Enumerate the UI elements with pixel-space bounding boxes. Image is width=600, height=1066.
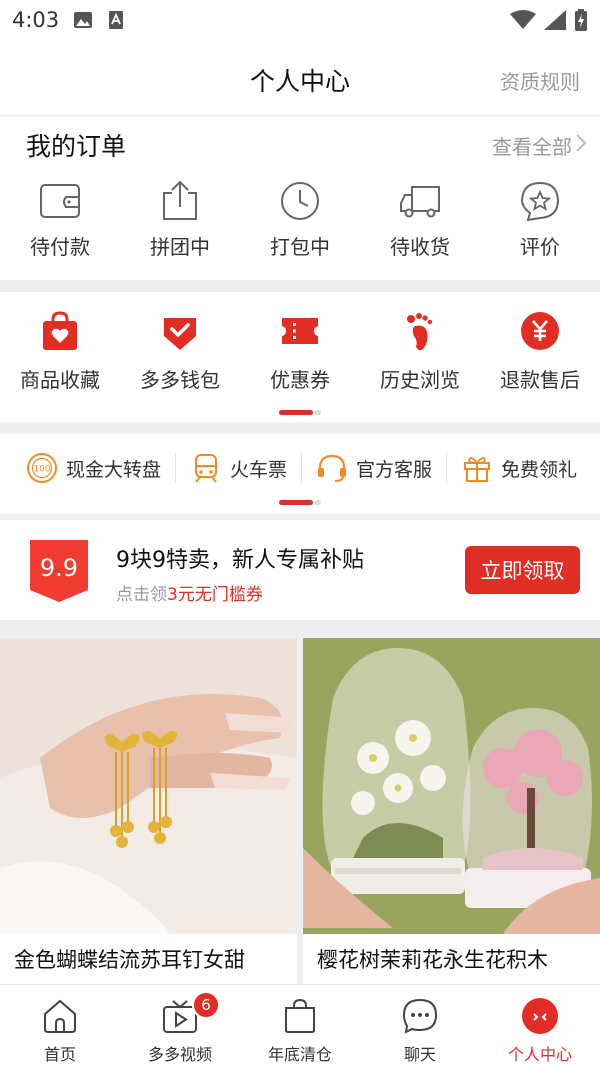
product-image-earrings [0, 638, 297, 934]
tab-label: 多多视频 [147, 1045, 212, 1064]
service-label: 多多钱包 [140, 368, 220, 392]
tab-label: 个人中心 [507, 1045, 572, 1064]
wallet-icon [40, 184, 80, 218]
star-badge-icon [520, 181, 560, 222]
product-card[interactable]: 樱花树茉莉花永生花积木 [303, 638, 600, 984]
signal-icon [544, 10, 566, 30]
product-feed: 金色蝴蝶结流苏耳钉女甜 樱花树茉莉花永生花积木 [0, 638, 600, 984]
tool-label: 火车票 [230, 458, 288, 481]
tool-customer-service[interactable]: 官方客服 [316, 452, 432, 484]
services-section: 商品收藏 多多钱包 优惠券 历史浏览 退款售后 [0, 292, 600, 422]
orders-title: 我的订单 [26, 132, 127, 161]
status-indicators [510, 9, 588, 31]
share-icon [163, 180, 197, 220]
order-group-buying[interactable]: 拼团中 [120, 179, 240, 260]
tab-home[interactable]: 首页 [0, 985, 120, 1066]
tool-label: 官方客服 [356, 458, 433, 481]
claim-now-button[interactable]: 立即领取 [465, 546, 580, 594]
favorite-bag-icon [43, 311, 77, 350]
app-header: 个人中心 资质规则 [0, 40, 600, 116]
tab-clearance[interactable]: 年底清仓 [240, 985, 360, 1066]
footprint-icon [407, 313, 433, 351]
tab-video[interactable]: 多多视频 6 [120, 985, 240, 1066]
video-notification-badge: 6 [192, 991, 220, 1019]
headset-icon [318, 454, 347, 482]
promo-coupon-highlight: 3元无门槛券 [167, 585, 263, 605]
bottom-tab-bar: 首页 多多视频 6 年底清仓 聊天 个人中心 [0, 984, 600, 1066]
order-pending-payment[interactable]: 待付款 [0, 179, 120, 260]
status-time: 4:03 [12, 8, 60, 32]
tool-free-gift[interactable]: 免费领礼 [461, 452, 577, 484]
order-packing[interactable]: 打包中 [240, 179, 360, 260]
service-history[interactable]: 历史浏览 [360, 310, 480, 393]
order-label: 拼团中 [150, 235, 210, 259]
product-name: 金色蝴蝶结流苏耳钉女甜 [14, 948, 245, 972]
promo-subtitle: 点击领3元无门槛券 [116, 585, 263, 605]
svg-text:100: 100 [33, 465, 50, 475]
order-label: 待收货 [390, 235, 450, 259]
chevron-right-icon[interactable] [574, 133, 588, 153]
my-orders-section: 我的订单 查看全部 待付款 拼团中 打包中 待收货 评价 [0, 117, 600, 280]
nine-nine-badge-icon: 9.9 [30, 540, 88, 602]
home-icon [44, 999, 76, 1033]
tool-label: 现金大转盘 [66, 458, 162, 481]
chat-icon [402, 998, 438, 1034]
wallet-heart-icon [164, 318, 196, 350]
service-label: 历史浏览 [380, 368, 460, 392]
profile-icon [522, 998, 558, 1034]
tab-label: 聊天 [403, 1045, 436, 1064]
service-coupons[interactable]: 优惠券 [240, 310, 360, 393]
train-icon [195, 454, 218, 483]
service-label: 优惠券 [270, 368, 330, 392]
service-label: 退款售后 [500, 368, 580, 392]
product-name: 樱花树茉莉花永生花积木 [317, 948, 548, 972]
promo-banner[interactable]: 9.9 9块9特卖，新人专属补贴 点击领3元无门槛券 立即领取 [0, 520, 600, 620]
tool-cash-wheel[interactable]: 100 现金大转盘 [26, 452, 161, 484]
status-bar: 4:03 [0, 0, 600, 40]
divider [301, 453, 303, 483]
clock-icon [281, 182, 319, 220]
font-app-icon [109, 11, 124, 29]
shopping-bag-icon [285, 998, 315, 1033]
tab-chat[interactable]: 聊天 [360, 985, 480, 1066]
tools-strip[interactable]: 100 现金大转盘 火车票 官方客服 免费领礼 [26, 452, 577, 484]
product-card[interactable]: 金色蝴蝶结流苏耳钉女甜 [0, 638, 297, 984]
service-label: 商品收藏 [20, 368, 100, 392]
services-page-indicator [279, 410, 321, 415]
product-image-flower-domes [303, 638, 600, 934]
tab-label: 年底清仓 [267, 1045, 332, 1064]
tool-train-tickets[interactable]: 火车票 [190, 452, 287, 484]
divider [446, 453, 448, 483]
gallery-icon [74, 12, 93, 28]
tab-profile[interactable]: 个人中心 [480, 985, 600, 1066]
coupon-icon [282, 318, 318, 344]
qualification-rules-link[interactable]: 资质规则 [500, 66, 580, 95]
see-all-orders-link[interactable]: 查看全部 [492, 131, 572, 160]
refund-icon [521, 312, 559, 350]
promo-title: 9块9特卖，新人专属补贴 [116, 548, 364, 573]
order-label: 评价 [520, 235, 560, 259]
order-label: 打包中 [270, 235, 330, 259]
tools-section: 100 现金大转盘 火车票 官方客服 免费领礼 [0, 434, 600, 514]
tool-label: 免费领礼 [501, 458, 578, 481]
wifi-icon [510, 10, 536, 29]
spin-wheel-icon: 100 [27, 453, 57, 483]
battery-icon [575, 9, 587, 31]
gift-icon [464, 457, 491, 482]
service-favorites[interactable]: 商品收藏 [0, 310, 120, 393]
order-label: 待付款 [30, 235, 90, 259]
tools-page-indicator [279, 500, 321, 505]
service-wallet[interactable]: 多多钱包 [120, 310, 240, 393]
svg-text:9.9: 9.9 [40, 554, 78, 582]
order-review[interactable]: 评价 [480, 179, 600, 260]
truck-icon [400, 186, 440, 218]
divider [175, 453, 177, 483]
tab-label: 首页 [43, 1045, 76, 1064]
order-to-receive[interactable]: 待收货 [360, 179, 480, 260]
service-refunds[interactable]: 退款售后 [480, 310, 600, 393]
